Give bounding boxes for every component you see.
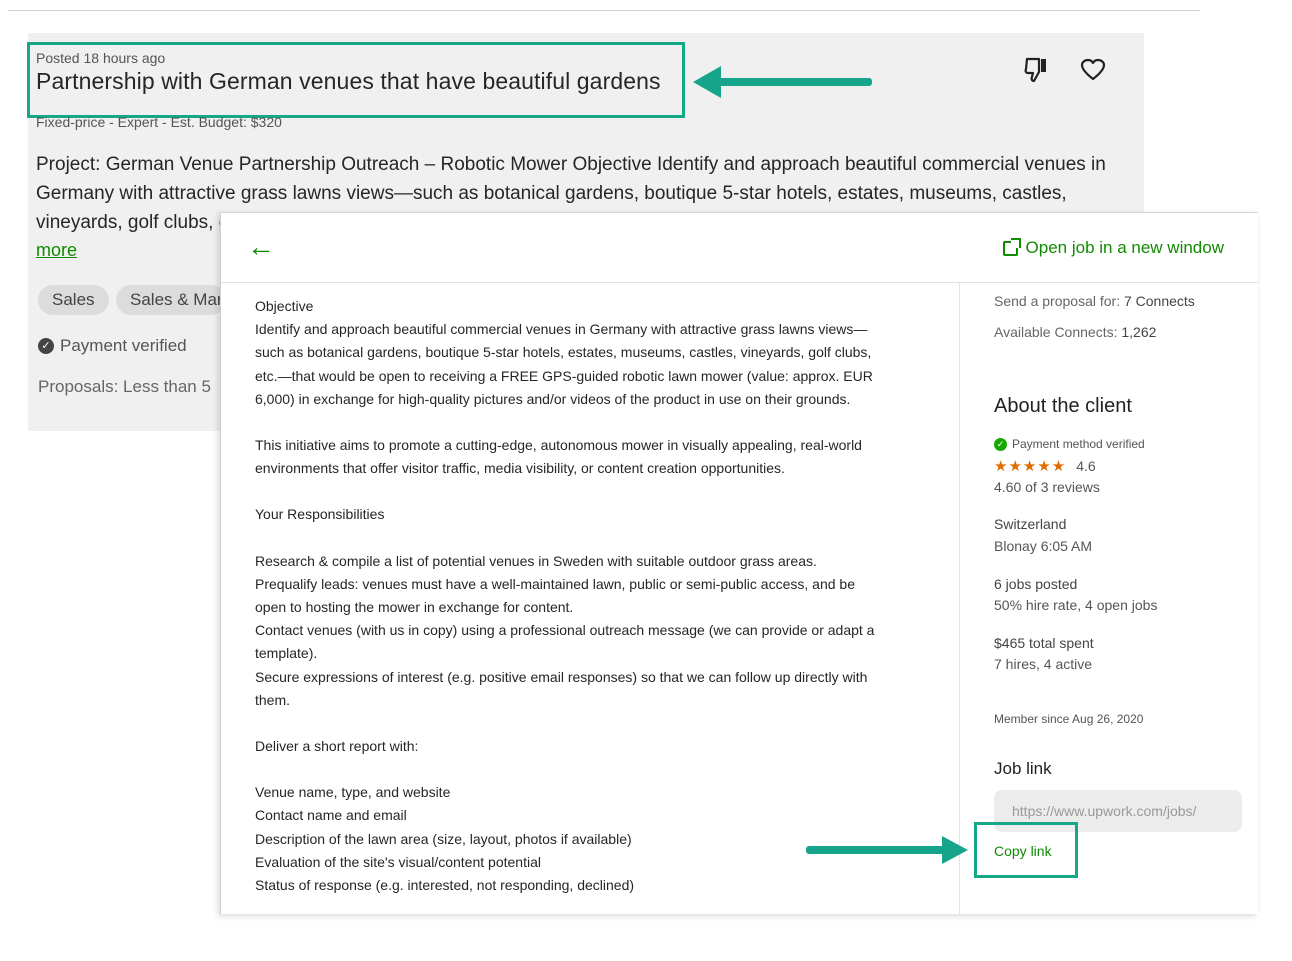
detail-line: Prequalify leads: venues must have a wel… [255, 575, 855, 592]
open-new-window-label: Open job in a new window [1025, 238, 1224, 257]
detail-line: Contact venues (with us in copy) using a… [255, 622, 875, 639]
title-highlight-box [27, 42, 685, 118]
available-connects-label: Available Connects: [994, 324, 1122, 340]
detail-header: ← Open job in a new window [221, 213, 1258, 283]
detail-line: template). [255, 645, 318, 662]
job-details-body: Objective Identify and approach beautifu… [255, 295, 925, 897]
detail-line: such as botanical gardens, boutique 5-st… [255, 344, 872, 361]
payment-method-label: Payment method verified [1012, 437, 1145, 451]
skill-tag[interactable]: Sales & Mar [116, 285, 226, 315]
detail-gap [255, 480, 925, 503]
proposals-count: Proposals: Less than 5 [38, 377, 211, 396]
detail-line: Identify and approach beautiful commerci… [255, 321, 868, 338]
open-new-window-link[interactable]: Open job in a new window [1002, 237, 1224, 258]
detail-line: environments that offer visitor traffic,… [255, 460, 785, 477]
client-rating: ★★★★★ 4.6 [994, 457, 1096, 475]
client-country: Switzerland [994, 516, 1067, 532]
detail-line: open to hosting the mower in exchange fo… [255, 599, 574, 616]
more-link[interactable]: more [36, 240, 77, 261]
detail-line: Secure expressions of interest (e.g. pos… [255, 668, 868, 685]
detail-line: Contact name and email [255, 807, 407, 824]
panel-divider [959, 283, 960, 914]
detail-line: Evaluation of the site's visual/content … [255, 853, 541, 870]
about-client-title: About the client [994, 395, 1132, 417]
reviews-summary: 4.60 of 3 reviews [994, 479, 1100, 495]
available-connects-value: 1,262 [1121, 324, 1157, 340]
job-detail-panel: ← Open job in a new window Objective Ide… [220, 212, 1258, 914]
client-local-time: Blonay 6:05 AM [994, 538, 1093, 554]
hire-rate: 50% hire rate, 4 open jobs [994, 597, 1158, 613]
thumbs-down-icon[interactable] [1024, 56, 1050, 90]
detail-gap [255, 527, 925, 550]
rating-value: 4.6 [1076, 458, 1096, 474]
payment-verified: ✓ Payment verified [38, 336, 187, 356]
arrow-shaft [718, 78, 872, 86]
job-link-title: Job link [994, 759, 1052, 778]
payment-verified-label: Payment verified [60, 336, 187, 355]
star-rating-icon: ★★★★★ [994, 458, 1067, 475]
detail-line: them. [255, 691, 291, 708]
member-since: Member since Aug 26, 2020 [994, 712, 1144, 726]
jobs-posted: 6 jobs posted [994, 576, 1078, 592]
payment-method-verified: ✓ Payment method verified [994, 437, 1145, 451]
detail-line: Status of response (e.g. interested, not… [255, 877, 635, 894]
proposal-cost-label: Send a proposal for: [994, 293, 1124, 309]
heart-icon[interactable] [1080, 58, 1106, 88]
copy-link-highlight-box [974, 822, 1078, 878]
available-connects: Available Connects: 1,262 [994, 324, 1156, 340]
detail-heading: Your Responsibilities [255, 506, 385, 523]
detail-gap [255, 758, 925, 781]
detail-line: Venue name, type, and website [255, 784, 451, 801]
skill-tag[interactable]: Sales [38, 285, 109, 315]
total-spent: $465 total spent [994, 635, 1094, 651]
detail-gap [255, 411, 925, 434]
detail-line: Objective [255, 298, 314, 314]
detail-line: Research & compile a list of potential v… [255, 552, 817, 569]
job-meta: Fixed-price - Expert - Est. Budget: $320 [36, 114, 282, 130]
proposal-cost: Send a proposal for: 7 Connects [994, 293, 1195, 309]
external-link-icon [1002, 237, 1021, 256]
detail-line: etc.—that would be open to receiving a F… [255, 367, 873, 384]
arrow-left-icon[interactable]: ← [247, 231, 275, 263]
detail-line: This initiative aims to promote a cuttin… [255, 437, 862, 454]
detail-heading: Deliver a short report with: [255, 738, 419, 755]
verified-check-icon: ✓ [38, 338, 54, 354]
hires-summary: 7 hires, 4 active [994, 656, 1093, 672]
arrow-icon [942, 836, 968, 864]
check-circle-icon: ✓ [994, 437, 1007, 451]
proposal-cost-value: 7 Connects [1123, 293, 1195, 309]
arrow-shaft [806, 846, 946, 854]
detail-line: 6,000) in exchange for high-quality pict… [255, 390, 851, 407]
arrow-icon [693, 66, 721, 98]
detail-gap [255, 712, 925, 735]
